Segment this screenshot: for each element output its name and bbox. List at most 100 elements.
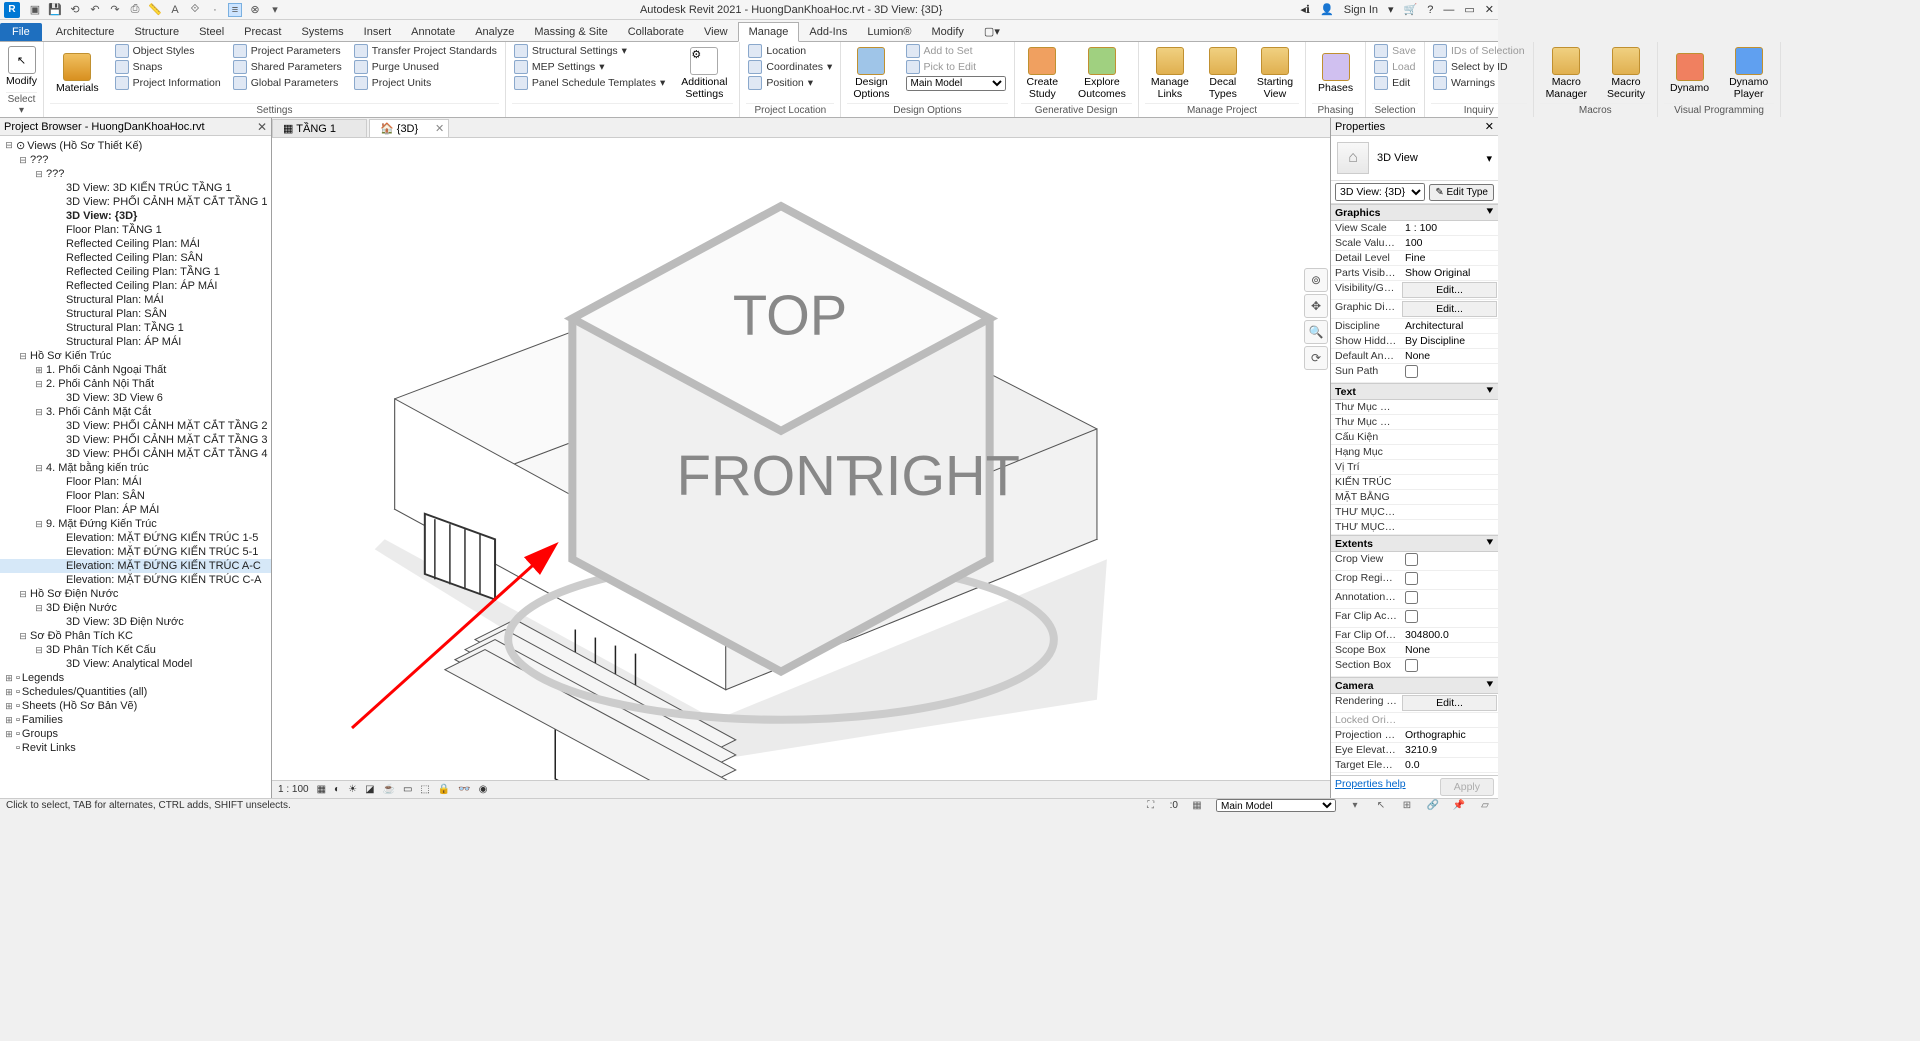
prop-category[interactable]: Text⯆ <box>1331 383 1498 400</box>
reveal-icon[interactable]: ◉ <box>479 784 488 795</box>
qat-thinlines-icon[interactable]: ≡ <box>228 3 242 17</box>
prop-row[interactable]: Scale Value 1:100 <box>1331 236 1498 251</box>
user-icon[interactable]: 👤 <box>1320 3 1334 16</box>
tab-massing[interactable]: Massing & Site <box>524 23 617 41</box>
status-drag-icon[interactable]: ⊞ <box>1400 800 1414 812</box>
tree-group[interactable]: ⊟4. Mặt bằng kiến trúc <box>0 461 271 475</box>
prop-value[interactable]: Show Original <box>1401 266 1498 280</box>
prop-row[interactable]: Rendering Set...Edit... <box>1331 694 1498 713</box>
tree-schedules[interactable]: ⊞▫ Schedules/Quantities (all) <box>0 685 271 699</box>
prop-value[interactable]: 3210.9 <box>1401 743 1498 757</box>
prop-value[interactable]: 1 : 100 <box>1401 221 1498 235</box>
restore-button[interactable]: ▭ <box>1464 3 1474 16</box>
tree-view-item[interactable]: Structural Plan: ÁP MÁI <box>0 335 271 349</box>
prop-value[interactable] <box>1401 364 1498 382</box>
prop-row[interactable]: KIẾN TRÚC <box>1331 475 1498 490</box>
prop-value[interactable] <box>1401 505 1498 519</box>
dynamo-button[interactable]: Dynamo <box>1664 44 1715 103</box>
crop-region-icon[interactable]: ⬚ <box>420 784 429 795</box>
macro-manager-button[interactable]: Macro Manager <box>1540 44 1593 103</box>
tab-systems[interactable]: Systems <box>291 23 353 41</box>
tab-analyze[interactable]: Analyze <box>465 23 524 41</box>
qat-switch-icon[interactable]: ▾ <box>268 3 282 17</box>
tab-lumion[interactable]: Lumion® <box>857 23 921 41</box>
tree-group[interactable]: ⊟2. Phối Cảnh Nội Thất <box>0 377 271 391</box>
close-button[interactable]: ✕ <box>1485 3 1494 16</box>
prop-value[interactable]: 100 <box>1401 236 1498 250</box>
properties-close-button[interactable]: ✕ <box>1485 120 1494 133</box>
qat-dim-icon[interactable]: ⟐ <box>188 3 202 17</box>
tab-addins[interactable]: Add-Ins <box>799 23 857 41</box>
tree-view-item[interactable]: Floor Plan: MÁI <box>0 475 271 489</box>
fullnav-button[interactable]: ⊚ <box>1304 268 1328 292</box>
transfer-standards-button[interactable]: Transfer Project Standards <box>352 44 499 58</box>
status-icon[interactable]: ⛶ <box>1144 800 1158 812</box>
tab-steel[interactable]: Steel <box>189 23 234 41</box>
tree-hskt[interactable]: ⊟Hồ Sơ Kiến Trúc <box>0 349 271 363</box>
tab-insert[interactable]: Insert <box>354 23 402 41</box>
tree-group[interactable]: ⊟3D Điện Nước <box>0 601 271 615</box>
main-model-dropdown[interactable]: Main Model <box>906 76 1006 91</box>
tree-view-item[interactable]: Structural Plan: SÂN <box>0 307 271 321</box>
prop-value[interactable] <box>1401 552 1498 570</box>
status-model-select[interactable]: Main Model <box>1216 799 1336 812</box>
panel-schedule-templates-button[interactable]: Panel Schedule Templates ▾ <box>512 76 667 90</box>
pan-button[interactable]: ✥ <box>1304 294 1328 318</box>
select-by-id-button[interactable]: Select by ID <box>1431 60 1527 74</box>
tree-views-root[interactable]: ⊟⊙ Views (Hồ Sơ Thiết Kế) <box>0 138 271 153</box>
structural-settings-button[interactable]: Structural Settings ▾ <box>512 44 667 58</box>
prop-row[interactable]: View Scale1 : 100 <box>1331 221 1498 236</box>
prop-row[interactable]: MẶT BẰNG <box>1331 490 1498 505</box>
tree-group[interactable]: ⊟9. Mặt Đứng Kiến Trúc <box>0 517 271 531</box>
tab-architecture[interactable]: Architecture <box>46 23 125 41</box>
prop-row[interactable]: Annotation Cr... <box>1331 590 1498 609</box>
scale-display[interactable]: 1 : 100 <box>278 784 309 795</box>
location-button[interactable]: Location <box>746 44 834 58</box>
prop-value[interactable]: None <box>1401 643 1498 657</box>
tree-view-item-selected[interactable]: Elevation: MẶT ĐỨNG KIẾN TRÚC A-C <box>0 559 271 573</box>
prop-value[interactable] <box>1401 713 1498 727</box>
prop-row[interactable]: Eye Elevation3210.9 <box>1331 743 1498 758</box>
prop-row[interactable]: Scope BoxNone <box>1331 643 1498 658</box>
tree-groups[interactable]: ⊞▫ Groups <box>0 727 271 741</box>
property-grid[interactable]: Graphics⯆View Scale1 : 100Scale Value 1:… <box>1331 204 1498 775</box>
tree-sdpt[interactable]: ⊟Sơ Đồ Phân Tích KC <box>0 629 271 643</box>
prop-value[interactable]: Edit... <box>1402 695 1497 711</box>
tree-q2[interactable]: ⊟??? <box>0 167 271 181</box>
tree-hsdn[interactable]: ⊟Hồ Sơ Điện Nước <box>0 587 271 601</box>
coordinates-button[interactable]: Coordinates ▾ <box>746 60 834 74</box>
visual-style-icon[interactable]: ◐ <box>334 784 340 795</box>
help-icon[interactable]: ? <box>1427 4 1433 16</box>
prop-value[interactable] <box>1401 460 1498 474</box>
tree-view-item[interactable]: Structural Plan: MÁI <box>0 293 271 307</box>
project-info-button[interactable]: Project Information <box>113 76 223 90</box>
minimize-button[interactable]: — <box>1443 4 1454 16</box>
tree-view-item-active[interactable]: 3D View: {3D} <box>0 209 271 223</box>
prop-value[interactable]: Orthographic <box>1401 728 1498 742</box>
prop-row[interactable]: DisciplineArchitectural <box>1331 319 1498 334</box>
prop-row[interactable]: Graphic Displ...Edit... <box>1331 300 1498 319</box>
mep-settings-button[interactable]: MEP Settings ▾ <box>512 60 667 74</box>
qat-save-icon[interactable]: 💾 <box>48 3 62 17</box>
signin-dropdown-icon[interactable]: ▾ <box>1388 3 1394 16</box>
panel-select-label[interactable]: Select ▾ <box>6 92 37 117</box>
tab-collaborate[interactable]: Collaborate <box>618 23 694 41</box>
prop-row[interactable]: Hạng Mục <box>1331 445 1498 460</box>
prop-value[interactable] <box>1401 445 1498 459</box>
decal-types-button[interactable]: Decal Types <box>1203 44 1243 103</box>
prop-category[interactable]: Camera⯆ <box>1331 677 1498 694</box>
tree-view-item[interactable]: Structural Plan: TẦNG 1 <box>0 321 271 335</box>
qat-text-icon[interactable]: A <box>168 3 182 17</box>
tab-view[interactable]: View <box>694 23 738 41</box>
prop-row[interactable]: Parts VisibilityShow Original <box>1331 266 1498 281</box>
status-select-icon[interactable]: ↖ <box>1374 800 1388 812</box>
manage-links-button[interactable]: Manage Links <box>1145 44 1195 103</box>
prop-value[interactable]: 0.0 <box>1401 758 1498 772</box>
prop-row[interactable]: Thư Mục Con <box>1331 415 1498 430</box>
properties-help-link[interactable]: Properties help <box>1335 778 1406 796</box>
prop-row[interactable]: Show Hidden ...By Discipline <box>1331 334 1498 349</box>
warnings-button[interactable]: Warnings <box>1431 76 1527 90</box>
tab-precast[interactable]: Precast <box>234 23 291 41</box>
prop-row[interactable]: Default Analy...None <box>1331 349 1498 364</box>
tree-view-item[interactable]: Elevation: MẶT ĐỨNG KIẾN TRÚC C-A <box>0 573 271 587</box>
